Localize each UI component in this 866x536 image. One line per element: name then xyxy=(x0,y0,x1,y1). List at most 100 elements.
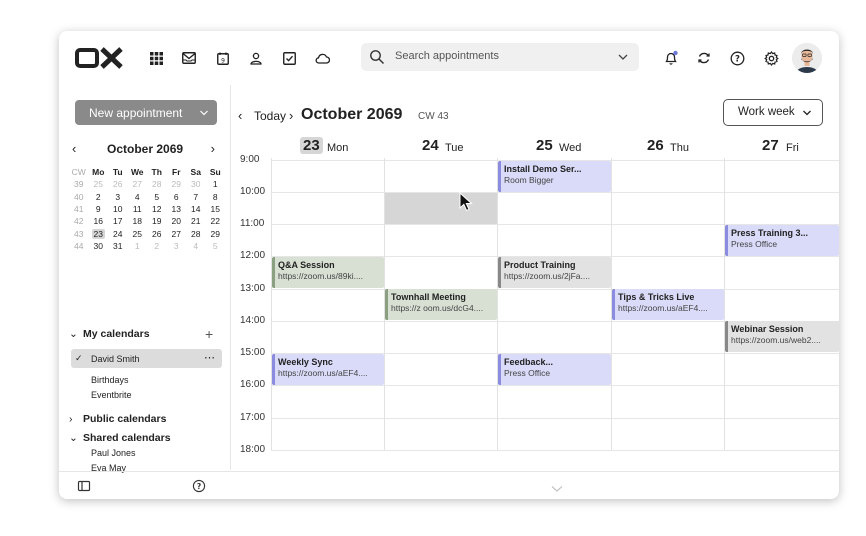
mini-calendar-day[interactable]: 28 xyxy=(186,227,206,239)
mini-calendar-day[interactable]: 30 xyxy=(89,240,109,252)
sidebar-toggle-icon[interactable] xyxy=(77,479,91,493)
day-header-wed[interactable]: 25 Wed xyxy=(497,135,610,159)
mini-calendar-prev-button[interactable]: ‹ xyxy=(72,141,76,156)
help-icon[interactable]: ? xyxy=(728,49,746,67)
event-install-demo[interactable]: Install Demo Ser... Room Bigger xyxy=(498,161,611,192)
apps-grid-icon[interactable] xyxy=(147,49,165,67)
mini-calendar-day[interactable]: 19 xyxy=(147,215,167,227)
mini-calendar-day[interactable]: 27 xyxy=(167,227,187,239)
settings-gear-icon[interactable] xyxy=(762,49,780,67)
event-weekly-sync[interactable]: Weekly Sync https://zoom.us/aEF4.... xyxy=(272,354,384,385)
add-calendar-plus-icon[interactable]: + xyxy=(205,326,213,342)
user-avatar[interactable] xyxy=(792,43,822,73)
help-icon[interactable]: ? xyxy=(192,479,206,493)
my-calendars-toggle[interactable]: ⌄ My calendars xyxy=(69,328,150,340)
checkmark-icon[interactable]: ✓ xyxy=(75,353,83,364)
week-grid[interactable]: Install Demo Ser... Room Bigger Press Tr… xyxy=(271,158,839,451)
calendar-item-eventbrite[interactable]: Eventbrite xyxy=(91,390,132,400)
mini-calendar-day[interactable]: 28 xyxy=(147,178,167,190)
mini-calendar-day[interactable]: 22 xyxy=(206,215,226,227)
mini-calendar-day[interactable]: 10 xyxy=(108,203,128,215)
mini-calendar-day[interactable]: 20 xyxy=(167,215,187,227)
calendar-item-birthdays[interactable]: Birthdays xyxy=(91,375,129,385)
mini-calendar-day[interactable]: 15 xyxy=(206,203,226,215)
mini-calendar-next-button[interactable]: › xyxy=(211,141,215,156)
mini-calendar-day[interactable]: 26 xyxy=(108,178,128,190)
event-tips-tricks-live[interactable]: Tips & Tricks Live https://zoom.us/aEF4.… xyxy=(612,289,724,320)
day-header-tue[interactable]: 24 Tue xyxy=(384,135,497,159)
mini-calendar-day[interactable]: 12 xyxy=(147,203,167,215)
mini-calendar-day-today[interactable]: 23 xyxy=(89,227,109,239)
mini-calendar-day[interactable]: 5 xyxy=(147,191,167,203)
mini-calendar-title[interactable]: October 2069 xyxy=(107,142,183,156)
event-press-training[interactable]: Press Training 3... Press Office xyxy=(725,225,839,256)
mini-calendar-day[interactable]: 6 xyxy=(167,191,187,203)
day-header-fri[interactable]: 27 Fri xyxy=(723,135,836,159)
mini-calendar-day[interactable]: 18 xyxy=(128,215,148,227)
calendar-icon[interactable]: 9 xyxy=(214,49,232,67)
time-label: 10:00 xyxy=(240,186,266,197)
event-webinar-session[interactable]: Webinar Session https://zoom.us/web2.... xyxy=(725,321,839,352)
mini-calendar-day[interactable]: 2 xyxy=(89,191,109,203)
time-slot-selection[interactable] xyxy=(385,193,497,224)
contacts-icon[interactable] xyxy=(247,49,265,67)
mini-calendar-day[interactable]: 25 xyxy=(128,227,148,239)
shared-calendars-toggle[interactable]: ⌄ Shared calendars xyxy=(69,432,171,444)
day-header-thu[interactable]: 26 Thu xyxy=(610,135,723,159)
view-selector-button[interactable]: Work week xyxy=(723,99,823,126)
mini-calendar-week-number: 44 xyxy=(74,240,84,251)
chevron-down-icon[interactable] xyxy=(199,108,209,118)
search-input[interactable]: Search appointments xyxy=(395,50,499,62)
mini-calendar-day[interactable]: 1 xyxy=(206,178,226,190)
mini-calendar-day[interactable]: 31 xyxy=(108,240,128,252)
mini-calendar-day[interactable]: 8 xyxy=(206,191,226,203)
ox-logo[interactable] xyxy=(75,47,123,69)
mini-calendar-day[interactable]: 3 xyxy=(108,191,128,203)
mini-calendar-day[interactable]: 27 xyxy=(128,178,148,190)
new-appointment-button[interactable]: New appointment xyxy=(75,100,217,125)
more-options-icon[interactable]: ⋯ xyxy=(204,351,216,364)
refresh-icon[interactable] xyxy=(695,49,713,67)
mini-calendar-day[interactable]: 24 xyxy=(108,227,128,239)
mini-calendar-day[interactable]: 29 xyxy=(206,227,226,239)
event-qa-session[interactable]: Q&A Session https://zoom.us/89ki.... xyxy=(272,257,384,288)
tasks-icon[interactable] xyxy=(280,49,298,67)
prev-week-button[interactable]: ‹ xyxy=(238,108,242,123)
time-label: 15:00 xyxy=(240,347,266,358)
mini-calendar-day[interactable]: 30 xyxy=(186,178,206,190)
next-week-button[interactable]: › xyxy=(289,108,293,123)
mail-icon[interactable] xyxy=(180,49,198,67)
mini-calendar-day[interactable]: 4 xyxy=(186,240,206,252)
mini-calendar-day[interactable]: 1 xyxy=(128,240,148,252)
cloud-icon[interactable] xyxy=(313,49,331,67)
public-calendars-toggle[interactable]: › Public calendars xyxy=(69,413,166,425)
mini-calendar-day[interactable]: 25 xyxy=(89,178,109,190)
search-bar[interactable]: Search appointments xyxy=(361,43,639,71)
event-feedback[interactable]: Feedback... Press Office xyxy=(498,354,611,385)
current-month-title[interactable]: October 2069 xyxy=(301,106,402,124)
today-button[interactable]: Today xyxy=(254,109,286,123)
mini-calendar-day[interactable]: 11 xyxy=(128,203,148,215)
mini-calendar-day[interactable]: 14 xyxy=(186,203,206,215)
mini-calendar-day[interactable]: 21 xyxy=(186,215,206,227)
mini-calendar-day[interactable]: 4 xyxy=(128,191,148,203)
mini-calendar-day[interactable]: 5 xyxy=(206,240,226,252)
event-townhall-meeting[interactable]: Townhall Meeting https://z oom.us/dcG4..… xyxy=(385,289,497,320)
mini-calendar-day[interactable]: 17 xyxy=(108,215,128,227)
calendar-week-label: CW 43 xyxy=(418,111,449,122)
notification-bell-icon[interactable] xyxy=(662,49,680,67)
mini-calendar-day[interactable]: 7 xyxy=(186,191,206,203)
day-header-mon[interactable]: 23 Mon xyxy=(271,135,384,159)
mini-calendar-day[interactable]: 9 xyxy=(89,203,109,215)
mini-calendar-day[interactable]: 3 xyxy=(167,240,187,252)
mini-calendar-day[interactable]: 29 xyxy=(167,178,187,190)
mini-calendar-day[interactable]: 13 xyxy=(167,203,187,215)
chevron-down-icon[interactable] xyxy=(617,51,629,63)
calendar-item-paul-jones[interactable]: Paul Jones xyxy=(91,448,136,458)
scroll-down-chevron-icon[interactable] xyxy=(551,485,563,493)
mini-calendar-day[interactable]: 26 xyxy=(147,227,167,239)
event-product-training[interactable]: Product Training https://zoom.us/2jFa...… xyxy=(498,257,611,288)
calendar-item-david-smith[interactable]: ✓ David Smith ⋯ xyxy=(71,349,222,368)
mini-calendar-day[interactable]: 2 xyxy=(147,240,167,252)
mini-calendar-day[interactable]: 16 xyxy=(89,215,109,227)
